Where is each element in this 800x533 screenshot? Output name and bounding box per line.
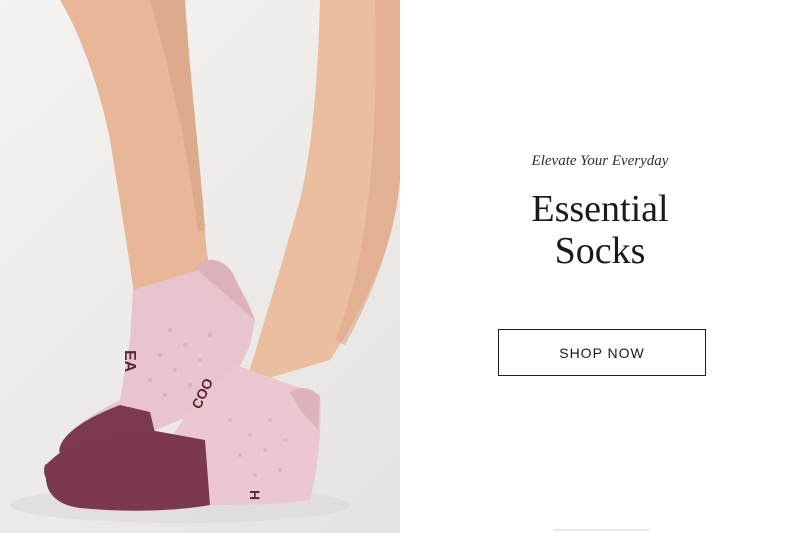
headline-line-1: Essential — [531, 188, 669, 230]
promo-copy: Elevate Your Everyday Essential Socks SH… — [400, 0, 800, 533]
headline: Essential Socks — [400, 188, 800, 272]
sock-brand-left: EA — [121, 350, 138, 373]
shop-now-button[interactable]: SHOP NOW — [498, 329, 706, 376]
eyebrow-text: Elevate Your Everyday — [531, 153, 669, 169]
sock-brand-heel: H — [247, 490, 263, 500]
product-photo: EA COO H — [0, 0, 400, 533]
carousel-indicator[interactable] — [553, 529, 649, 531]
headline-line-2: Socks — [554, 230, 646, 272]
promo-banner: EA COO H Elevate Your Everyday Essential… — [0, 0, 800, 533]
socks-illustration: EA COO H — [10, 0, 400, 523]
